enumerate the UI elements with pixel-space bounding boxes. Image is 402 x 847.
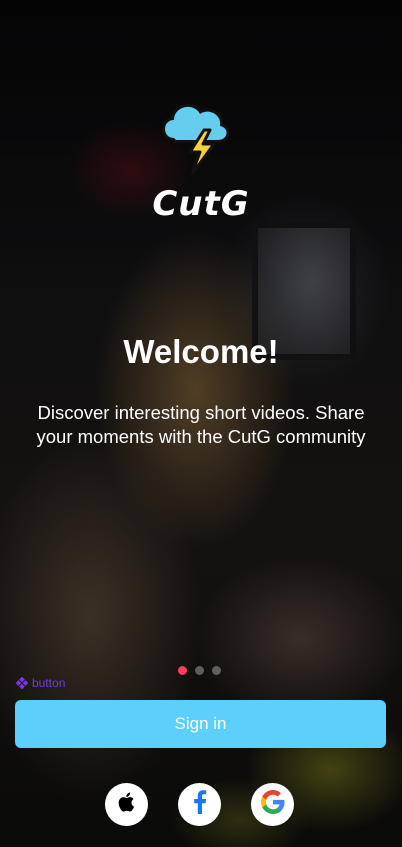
social-login-row	[105, 783, 294, 826]
facebook-icon	[193, 790, 207, 819]
facebook-login-button[interactable]	[178, 783, 221, 826]
apple-icon	[116, 790, 138, 819]
component-diamond-icon	[15, 676, 29, 690]
component-label: button	[15, 676, 66, 690]
sign-in-button[interactable]: Sign in	[15, 700, 386, 748]
welcome-title: Welcome!	[123, 333, 279, 370]
google-icon	[260, 790, 285, 819]
carousel-dot-3[interactable]	[212, 666, 221, 675]
welcome-screen: CutG Welcome! Discover interesting short…	[0, 0, 402, 847]
carousel-dot-2[interactable]	[195, 666, 204, 675]
component-label-text: button	[32, 676, 66, 690]
cloud-lightning-icon	[160, 100, 232, 178]
apple-login-button[interactable]	[105, 783, 148, 826]
carousel-indicator	[178, 666, 221, 675]
brand-logotype: CutG	[152, 184, 250, 224]
welcome-subtitle: Discover interesting short videos. Share…	[36, 402, 366, 447]
google-login-button[interactable]	[251, 783, 294, 826]
carousel-dot-1[interactable]	[178, 666, 187, 675]
